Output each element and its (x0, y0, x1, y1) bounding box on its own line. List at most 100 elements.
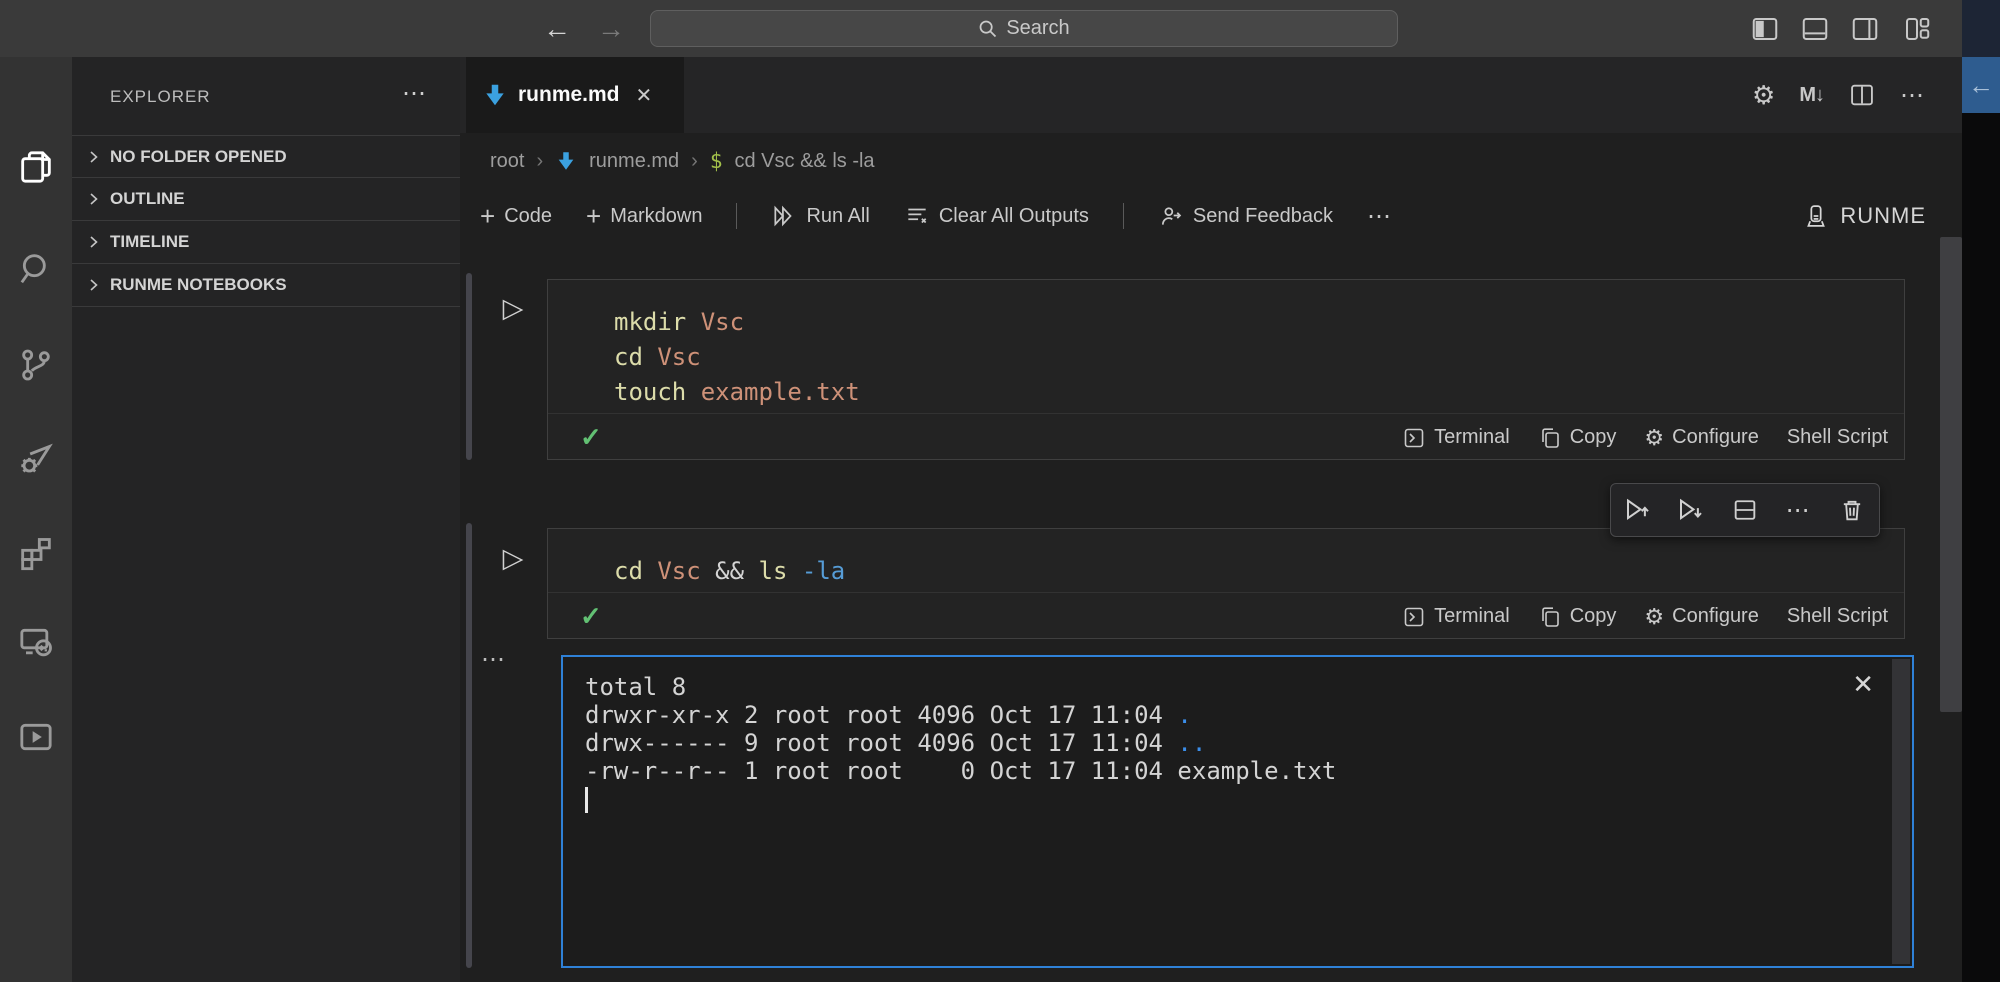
code-line: touch example.txt (614, 375, 1904, 410)
sidebar-section-timeline[interactable]: TIMELINE (72, 221, 460, 264)
source-control-icon[interactable] (14, 343, 58, 387)
cell-focus-indicator[interactable] (466, 523, 472, 968)
nav-forward-icon[interactable]: → (594, 0, 628, 57)
cell-code-editor[interactable]: mkdir Vsccd Vsctouch example.txt (548, 280, 1904, 410)
gear-icon: ⚙ (1644, 606, 1664, 628)
split-cell-button[interactable] (1722, 487, 1768, 533)
chevron-right-icon (86, 149, 102, 165)
cell-success-check-icon: ✓ (580, 422, 602, 453)
cell-configure-button[interactable]: ⚙ Configure (1644, 426, 1758, 449)
editor-group: runme.md ✕ ⚙ M↓ ⋯ root › runme.md › $ cd… (460, 57, 1962, 982)
vscode-window: ← → Search ← (0, 0, 2000, 982)
run-and-debug-icon[interactable] (14, 437, 58, 481)
sidebar-section-outline[interactable]: OUTLINE (72, 178, 460, 221)
add-markdown-cell-button[interactable]: + Markdown (586, 201, 702, 232)
copy-icon (1538, 426, 1562, 450)
runme-brand-button[interactable]: RUNME (1802, 189, 1926, 243)
cell-focus-indicator[interactable] (466, 273, 472, 460)
toolbar-separator (1123, 203, 1124, 229)
background-window-header: ← (1962, 57, 2000, 113)
code-line: -rw-r--r-- 1 root root 0 Oct 17 11:04 ex… (585, 757, 1336, 785)
remote-explorer-icon[interactable] (14, 620, 58, 664)
background-window-body (1962, 113, 2000, 982)
runme-notebooks-view-icon[interactable] (14, 715, 58, 759)
cell-copy-button[interactable]: Copy (1538, 605, 1617, 629)
run-all-icon (771, 203, 797, 229)
toggle-panel-button[interactable] (1800, 14, 1830, 44)
breadcrumb-prompt-symbol: $ (710, 149, 723, 173)
run-all-button[interactable]: Run All (771, 203, 869, 229)
notebook-more-actions-button[interactable]: ⋯ (1367, 202, 1393, 231)
sidebar-section-runme-notebooks[interactable]: RUNME NOTEBOOKS (72, 264, 460, 307)
code-line: cd Vsc && ls -la (614, 554, 1904, 589)
code-cell-1[interactable]: mkdir Vsccd Vsctouch example.txt ✓ Termi… (547, 279, 1905, 460)
output-scrollbar[interactable] (1892, 659, 1910, 964)
cell-output-terminal[interactable]: total 8drwxr-xr-x 2 root root 4096 Oct 1… (561, 655, 1914, 968)
cell-more-actions-button[interactable]: ⋯ (1776, 487, 1822, 533)
code-line: drwx------ 9 root root 4096 Oct 17 11:04… (585, 729, 1336, 757)
output-close-icon[interactable]: ✕ (1852, 669, 1874, 700)
search-icon (978, 19, 998, 39)
sidebar-title: EXPLORER (110, 87, 211, 107)
trash-icon (1838, 496, 1866, 524)
gear-icon: ⚙ (1644, 427, 1664, 449)
send-feedback-button[interactable]: Send Feedback (1158, 203, 1333, 229)
search-view-icon[interactable] (14, 247, 58, 291)
delete-cell-button[interactable] (1829, 487, 1875, 533)
cell-language-picker[interactable]: Shell Script (1787, 605, 1888, 628)
customize-layout-button[interactable] (1902, 14, 1932, 44)
clear-all-outputs-button[interactable]: Clear All Outputs (904, 203, 1089, 229)
cell-configure-button[interactable]: ⚙ Configure (1644, 605, 1758, 628)
cell-language-picker[interactable]: Shell Script (1787, 426, 1888, 449)
editor-more-actions-icon[interactable]: ⋯ (1900, 81, 1926, 110)
clear-all-outputs-label: Clear All Outputs (939, 205, 1089, 228)
breadcrumb-file[interactable]: runme.md (589, 150, 679, 173)
cell-status-bar: ✓ Terminal Copy ⚙ Configure (548, 593, 1904, 640)
extensions-icon[interactable] (14, 530, 58, 574)
open-preview-icon[interactable]: M↓ (1799, 84, 1824, 107)
sidebar-more-actions-icon[interactable]: ⋯ (402, 79, 428, 108)
explorer-icon[interactable] (14, 145, 58, 189)
runme-brand-label: RUNME (1840, 203, 1926, 229)
tab-close-icon[interactable]: ✕ (636, 83, 653, 108)
background-back-arrow-icon: ← (1968, 70, 1994, 101)
add-code-cell-button[interactable]: + Code (480, 201, 552, 232)
command-center-search[interactable]: Search (650, 10, 1398, 47)
output-options-icon[interactable]: ⋯ (481, 645, 508, 674)
breadcrumb-root[interactable]: root (490, 150, 524, 173)
tab-label: runme.md (518, 83, 620, 107)
toggle-primary-sidebar-button[interactable] (1750, 14, 1780, 44)
sidebar-section-no-folder-opened[interactable]: NO FOLDER OPENED (72, 135, 460, 178)
editor-scrollbar[interactable] (1940, 237, 1962, 712)
cell-copy-button[interactable]: Copy (1538, 426, 1617, 450)
cell-success-check-icon: ✓ (580, 601, 602, 632)
toggle-secondary-sidebar-button[interactable] (1850, 14, 1880, 44)
cell-code-editor[interactable]: cd Vsc && ls -la (548, 529, 1904, 589)
plus-icon: + (586, 201, 601, 232)
tab-runme-md[interactable]: runme.md ✕ (466, 57, 684, 133)
nav-back-icon[interactable]: ← (540, 0, 574, 57)
title-bar: ← → Search (0, 0, 1962, 57)
breadcrumb: root › runme.md › $ cd Vsc && ls -la (460, 133, 1962, 189)
breadcrumb-command[interactable]: cd Vsc && ls -la (735, 150, 875, 173)
split-editor-icon[interactable] (1848, 81, 1876, 109)
code-line: cd Vsc (614, 340, 1904, 375)
breadcrumb-runme-icon (555, 150, 577, 172)
execute-below-button[interactable] (1668, 487, 1714, 533)
copy-icon (1538, 605, 1562, 629)
sidebar-sections: NO FOLDER OPENEDOUTLINETIMELINE RUNME NOT… (72, 135, 460, 307)
code-line: drwxr-xr-x 2 root root 4096 Oct 17 11:04… (585, 701, 1336, 729)
more-icon: ⋯ (1367, 202, 1393, 231)
add-code-label: Code (504, 205, 552, 228)
activity-bar (0, 57, 72, 982)
execute-above-button[interactable] (1615, 487, 1661, 533)
cell-terminal-button[interactable]: Terminal (1402, 426, 1510, 450)
settings-gear-icon[interactable]: ⚙ (1752, 84, 1775, 106)
tab-bar: runme.md ✕ ⚙ M↓ ⋯ (460, 57, 1962, 133)
run-cell-button[interactable]: ▷ (498, 543, 528, 573)
run-cell-button[interactable]: ▷ (498, 293, 528, 323)
cell-terminal-button[interactable]: Terminal (1402, 605, 1510, 629)
search-placeholder: Search (1006, 17, 1069, 40)
sidebar-section-label: RUNME NOTEBOOKS (110, 275, 287, 295)
code-cell-2[interactable]: cd Vsc && ls -la ✓ Terminal Copy ⚙ Confi (547, 528, 1905, 639)
